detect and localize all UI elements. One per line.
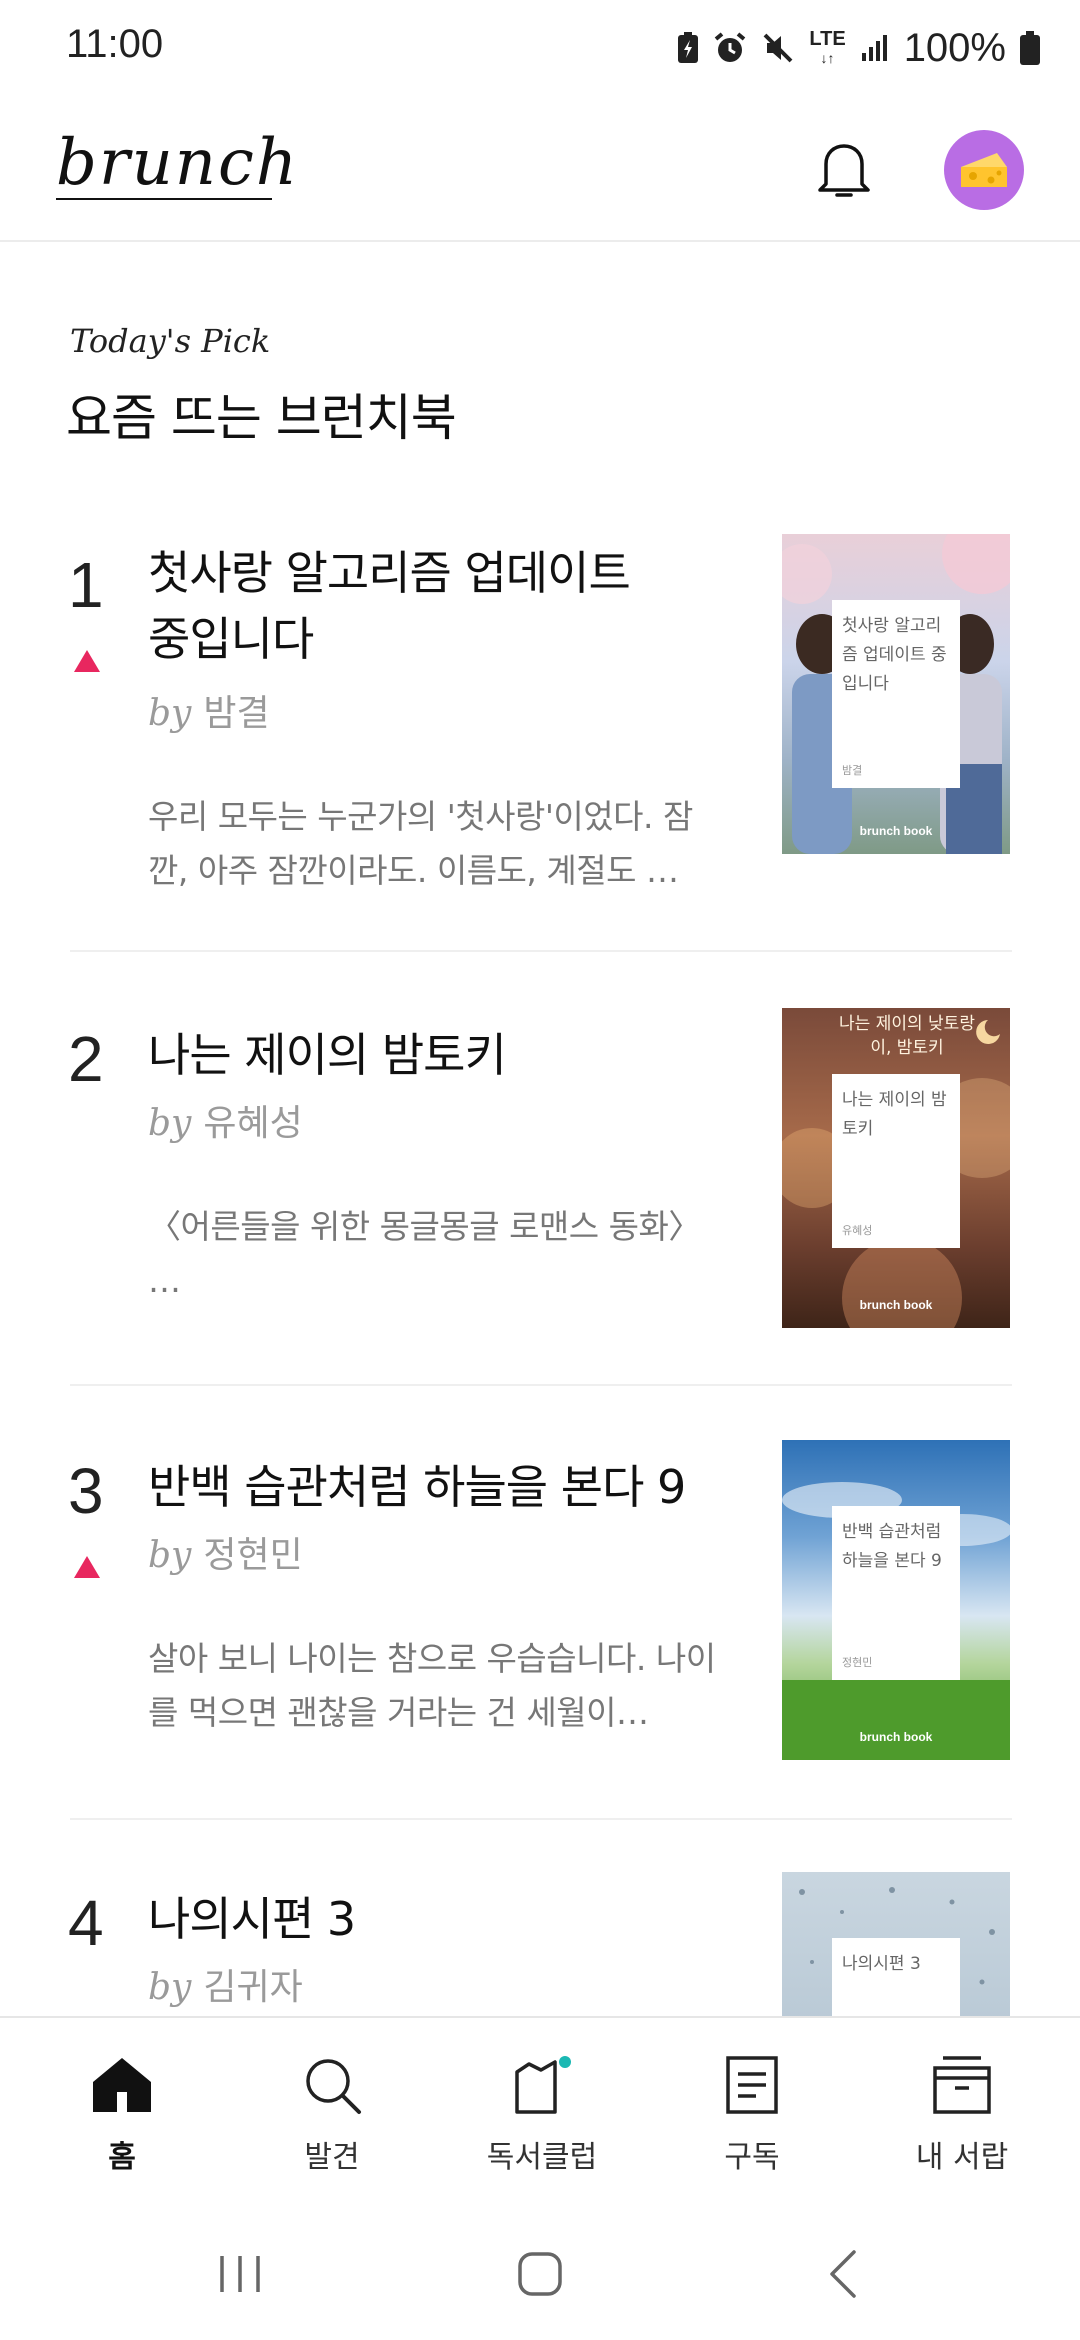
item-divider bbox=[70, 1818, 1012, 1820]
recent-apps-icon[interactable] bbox=[212, 2246, 268, 2302]
byline[interactable]: by 유혜성 bbox=[148, 1094, 303, 1146]
trend-up-icon bbox=[74, 1556, 100, 1578]
app-header: brunch bbox=[0, 96, 1080, 242]
author-name: 김귀자 bbox=[203, 1967, 303, 2008]
nav-label: 내 서랍 bbox=[915, 2140, 1009, 2175]
brunch-logo[interactable]: brunch bbox=[56, 126, 299, 200]
cover-card: 반백 습관처럼 하늘을 본다 9 정현민 bbox=[832, 1506, 960, 1680]
cover-publisher: brunch book bbox=[859, 1730, 933, 1744]
nav-label: 독서클럽 bbox=[486, 2140, 598, 2175]
nav-label: 홈 bbox=[108, 2140, 136, 2175]
book-cover[interactable]: 반백 습관처럼 하늘을 본다 9 정현민 brunch book bbox=[782, 1440, 1010, 1760]
list-item[interactable]: 1 첫사랑 알고리즘 업데이트 중입니다 by 밤결 우리 모두는 누군가의 '첫… bbox=[0, 530, 1080, 960]
book-description: 우리 모두는 누군가의 '첫사랑'이었다. 잠깐, 아주 잠깐이라도. 이름도,… bbox=[148, 797, 693, 890]
book-club-icon bbox=[515, 2056, 571, 2114]
search-icon bbox=[306, 2059, 361, 2114]
cover-author: 밤결 bbox=[842, 764, 863, 777]
system-nav-bar bbox=[0, 2216, 1080, 2340]
cover-publisher: brunch book bbox=[859, 824, 933, 838]
cover-card: 첫사랑 알고리즘 업데이트 중입니다 밤결 bbox=[832, 600, 960, 788]
item-divider bbox=[70, 1384, 1012, 1386]
mute-icon bbox=[763, 33, 793, 63]
cheese-icon bbox=[961, 153, 1007, 187]
list-item[interactable]: 2 나는 제이의 밤토키 by 유혜성 〈어른들을 위한 몽글몽글 로맨스 동화〉… bbox=[0, 1004, 1080, 1434]
battery-saver-icon bbox=[678, 32, 699, 63]
book-description: 살아 보니 나이는 참으로 우습습니다. 나이를 먹으면 괜찮을 거라는 건 세… bbox=[148, 1639, 716, 1732]
book-title[interactable]: 반백 습관처럼 하늘을 본다 9 bbox=[148, 1454, 708, 1520]
cover-title: 나의시편 3 bbox=[842, 1954, 921, 1974]
byline[interactable]: by 밤결 bbox=[148, 684, 270, 736]
rank-number: 1 bbox=[68, 549, 104, 621]
cover-top-text: 나는 제이의 낮토랑이, 밤토키 bbox=[839, 1014, 975, 1058]
home-icon bbox=[93, 2058, 151, 2112]
cover-card: 나는 제이의 밤토키 유혜성 bbox=[832, 1074, 960, 1248]
list-item[interactable]: 4 나의시편 3 by 김귀자 나의시편 3 bbox=[0, 1868, 1080, 2016]
rank-number: 4 bbox=[68, 1887, 104, 1959]
trend-up-icon bbox=[74, 650, 100, 672]
by-label: by bbox=[148, 693, 192, 734]
list-item[interactable]: 3 반백 습관처럼 하늘을 본다 9 by 정현민 살아 보니 나이는 참으로 우… bbox=[0, 1436, 1080, 1866]
book-cover[interactable]: 첫사랑 알고리즘 업데이트 중입니다 밤결 brunch book bbox=[782, 534, 1010, 854]
by-label: by bbox=[148, 1103, 192, 1144]
avatar[interactable] bbox=[944, 130, 1024, 210]
section-label: Today's Pick bbox=[70, 322, 271, 360]
signal-icon bbox=[861, 35, 887, 61]
book-title[interactable]: 나의시편 3 bbox=[148, 1886, 658, 1952]
nav-book-club[interactable]: 독서클럽 bbox=[462, 2054, 622, 2176]
nav-subscribe[interactable]: 구독 bbox=[672, 2054, 832, 2176]
byline[interactable]: by 정현민 bbox=[148, 1526, 303, 1578]
cover-title: 첫사랑 알고리즘 업데이트 중입니다 bbox=[842, 616, 947, 694]
nav-label: 발견 bbox=[304, 2140, 360, 2175]
book-cover[interactable]: 나의시편 3 bbox=[782, 1872, 1010, 2016]
bell-icon[interactable] bbox=[808, 132, 880, 204]
by-label: by bbox=[148, 1967, 192, 2008]
author-name: 밤결 bbox=[203, 693, 270, 734]
item-divider bbox=[70, 950, 1012, 952]
cover-publisher: brunch book bbox=[859, 1298, 933, 1312]
lte-icon: LTE ↓↑ bbox=[809, 27, 846, 66]
book-description: 〈어른들을 위한 몽글몽글 로맨스 동화〉 … bbox=[148, 1207, 701, 1300]
network-label: LTE bbox=[809, 27, 846, 50]
alarm-icon bbox=[715, 32, 746, 62]
cover-title: 반백 습관처럼 하늘을 본다 9 bbox=[842, 1522, 942, 1571]
subscribe-icon bbox=[726, 2056, 778, 2114]
nav-home[interactable]: 홈 bbox=[42, 2054, 202, 2176]
back-icon[interactable] bbox=[818, 2246, 874, 2302]
cover-author: 유혜성 bbox=[842, 1224, 873, 1237]
nav-my-drawer[interactable]: 내 서랍 bbox=[882, 2054, 1042, 2176]
nav-discover[interactable]: 발견 bbox=[252, 2054, 412, 2176]
byline[interactable]: by 김귀자 bbox=[148, 1958, 303, 2010]
book-title[interactable]: 나는 제이의 밤토키 bbox=[148, 1022, 668, 1088]
book-cover[interactable]: 나는 제이의 낮토랑이, 밤토키 나는 제이의 밤토키 유혜성 brunch b… bbox=[782, 1008, 1010, 1328]
battery-icon bbox=[1020, 31, 1040, 65]
rank-number: 2 bbox=[68, 1023, 104, 1095]
logo-underline bbox=[56, 198, 272, 200]
author-name: 유혜성 bbox=[203, 1103, 303, 1144]
battery-percentage: 100% bbox=[903, 25, 1006, 70]
home-button-icon[interactable] bbox=[512, 2246, 568, 2302]
nav-label: 구독 bbox=[724, 2140, 780, 2175]
cover-author: 정현민 bbox=[842, 1656, 873, 1669]
by-label: by bbox=[148, 1535, 192, 1576]
book-title[interactable]: 첫사랑 알고리즘 업데이트 중입니다 bbox=[148, 540, 658, 672]
rank-number: 3 bbox=[68, 1455, 104, 1527]
status-time: 11:00 bbox=[66, 22, 164, 66]
status-icons: LTE ↓↑ 100% bbox=[677, 22, 1040, 74]
bottom-nav: 홈 발견 독서클럽 구독 내 서랍 bbox=[0, 2016, 1080, 2216]
section-title: 요즘 뜨는 브런치북 bbox=[66, 389, 457, 447]
cover-title: 나는 제이의 밤토키 bbox=[842, 1090, 947, 1139]
status-bar: 11:00 LTE ↓↑ 100% bbox=[0, 0, 1080, 96]
cover-card: 나의시편 3 bbox=[832, 1938, 960, 2016]
author-name: 정현민 bbox=[203, 1535, 303, 1576]
drawer-icon bbox=[933, 2056, 991, 2114]
